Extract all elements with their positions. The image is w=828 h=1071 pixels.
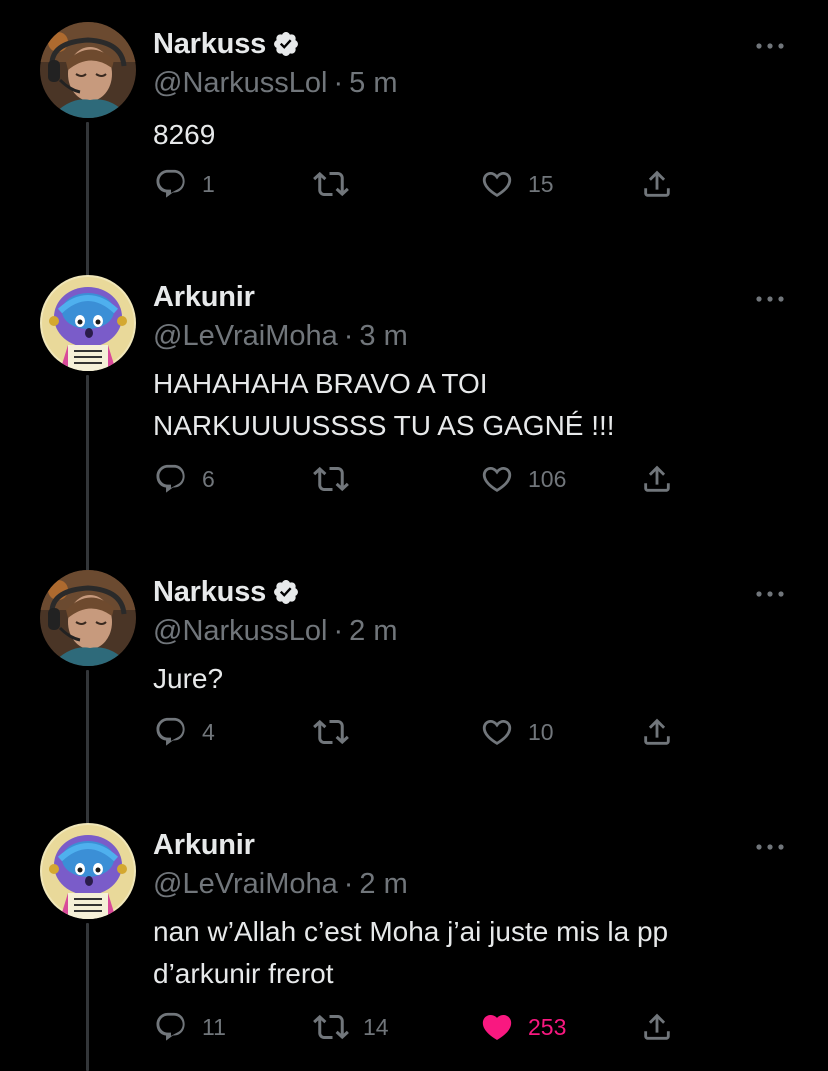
- retweet-button[interactable]: [313, 164, 363, 204]
- reply-icon: [154, 715, 188, 749]
- reply-count: 11: [202, 1013, 226, 1040]
- heart-icon: [480, 715, 514, 749]
- reply-count: 4: [202, 718, 215, 745]
- separator: ·: [333, 615, 344, 647]
- author-name[interactable]: Narkuss: [153, 576, 266, 609]
- author-name[interactable]: Arkunir: [153, 281, 255, 314]
- share-icon: [640, 167, 674, 201]
- tweet-text: HAHAHAHA BRAVO A TOI NARKUUUUSSSS TU AS …: [153, 368, 615, 441]
- retweet-icon: [313, 461, 349, 497]
- like-count: 253: [528, 1013, 567, 1040]
- verified-badge-icon: [272, 578, 300, 606]
- author-row: Narkuss: [153, 26, 300, 62]
- author-handle[interactable]: @NarkussLol: [153, 67, 328, 99]
- narkuss-avatar[interactable]: [40, 570, 136, 666]
- reply-count: 6: [202, 465, 215, 492]
- verified-badge-icon: [272, 30, 300, 58]
- like-count: 10: [528, 718, 554, 745]
- share-button[interactable]: [640, 164, 674, 204]
- like-button[interactable]: 15: [480, 164, 554, 204]
- action-bar: 1 15: [150, 164, 750, 204]
- reply-icon: [154, 462, 188, 496]
- handle-row: @NarkussLol · 2 m: [153, 615, 398, 648]
- action-bar: 11 14 253: [150, 1007, 750, 1047]
- handle-row: @LeVraiMoha · 2 m: [153, 868, 408, 901]
- tweet-text: 8269: [153, 119, 216, 150]
- tweet[interactable]: Arkunir @LeVraiMoha · 2 m nan w’Allah c’es…: [0, 823, 828, 1071]
- share-button[interactable]: [640, 1007, 674, 1047]
- like-button[interactable]: 10: [480, 712, 554, 752]
- handle-row: @NarkussLol · 5 m: [153, 67, 398, 100]
- author-handle[interactable]: @LeVraiMoha: [153, 868, 338, 900]
- like-count: 106: [528, 465, 567, 492]
- retweet-icon: [313, 166, 349, 202]
- like-count: 15: [528, 170, 554, 197]
- timestamp[interactable]: 2 m: [359, 868, 407, 900]
- reply-icon: [154, 167, 188, 201]
- separator: ·: [343, 320, 354, 352]
- tweet[interactable]: Narkuss @NarkussLol · 2 m Jure? 4 10: [0, 570, 828, 770]
- retweet-button[interactable]: [313, 459, 363, 499]
- timestamp[interactable]: 3 m: [359, 320, 407, 352]
- narkuss-avatar[interactable]: [40, 22, 136, 118]
- retweet-button[interactable]: [313, 712, 363, 752]
- separator: ·: [333, 67, 344, 99]
- author-name[interactable]: Arkunir: [153, 829, 255, 862]
- share-button[interactable]: [640, 712, 674, 752]
- tweet[interactable]: Arkunir @LeVraiMoha · 3 m HAHAHAHA BRAVO A…: [0, 275, 828, 535]
- action-bar: 4 10: [150, 712, 750, 752]
- reply-button[interactable]: 1: [154, 164, 215, 204]
- reply-icon: [154, 1010, 188, 1044]
- author-row: Narkuss: [153, 574, 300, 610]
- author-handle[interactable]: @NarkussLol: [153, 615, 328, 647]
- share-icon: [640, 1010, 674, 1044]
- reply-button[interactable]: 6: [154, 459, 215, 499]
- author-handle[interactable]: @LeVraiMoha: [153, 320, 338, 352]
- like-button[interactable]: 106: [480, 459, 566, 499]
- more-icon[interactable]: [752, 36, 788, 56]
- more-icon[interactable]: [752, 837, 788, 857]
- tweet-text: nan w’Allah c’est Moha j’ai juste mis la…: [153, 916, 669, 989]
- retweet-icon: [313, 1009, 349, 1045]
- reply-count: 1: [202, 170, 215, 197]
- reply-button[interactable]: 11: [154, 1007, 226, 1047]
- retweet-count: 14: [363, 1013, 389, 1040]
- reply-button[interactable]: 4: [154, 712, 215, 752]
- handle-row: @LeVraiMoha · 3 m: [153, 320, 408, 353]
- author-row: Arkunir: [153, 827, 255, 863]
- heart-icon: [480, 462, 514, 496]
- retweet-icon: [313, 714, 349, 750]
- arkunir-avatar[interactable]: [40, 823, 136, 919]
- timestamp[interactable]: 5 m: [349, 67, 397, 99]
- more-icon[interactable]: [752, 289, 788, 309]
- action-bar: 6 106: [150, 459, 750, 499]
- tweet[interactable]: Narkuss @NarkussLol · 5 m 8269 1 15: [0, 22, 828, 222]
- author-row: Arkunir: [153, 279, 255, 315]
- share-button[interactable]: [640, 459, 674, 499]
- like-button[interactable]: 253: [480, 1007, 566, 1047]
- share-icon: [640, 715, 674, 749]
- more-icon[interactable]: [752, 584, 788, 604]
- separator: ·: [343, 868, 354, 900]
- arkunir-avatar[interactable]: [40, 275, 136, 371]
- author-name[interactable]: Narkuss: [153, 28, 266, 61]
- retweet-button[interactable]: 14: [313, 1007, 389, 1047]
- heart-icon: [480, 167, 514, 201]
- share-icon: [640, 462, 674, 496]
- heart-icon: [480, 1010, 514, 1044]
- timestamp[interactable]: 2 m: [349, 615, 397, 647]
- tweet-text: Jure?: [153, 663, 224, 694]
